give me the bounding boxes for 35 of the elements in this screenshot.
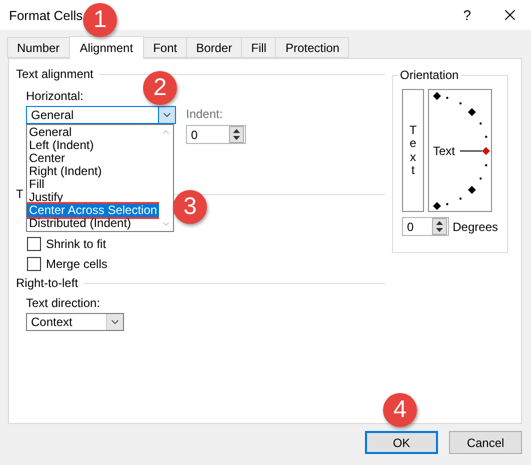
orientation-dial[interactable]: Text: [428, 89, 492, 212]
dropdown-option[interactable]: Distributed (Indent): [27, 217, 159, 230]
tab[interactable]: Number: [7, 37, 70, 58]
section-title: Text alignment: [16, 67, 94, 81]
tab[interactable]: Border: [186, 37, 242, 58]
dropdown-option[interactable]: Center: [27, 152, 159, 165]
text-direction-select[interactable]: Context: [26, 313, 124, 331]
section-title: Right-to-left: [16, 276, 78, 290]
dropdown-option[interactable]: Left (Indent): [27, 139, 159, 152]
vertical-text-button[interactable]: Text: [402, 89, 424, 212]
tab[interactable]: Fill: [241, 37, 276, 58]
dialog-button[interactable]: OK: [365, 431, 438, 454]
window-title: Format Cells: [9, 8, 83, 22]
field-label: Degrees: [452, 220, 498, 234]
checkbox[interactable]: [27, 237, 41, 251]
dial-text: Text: [433, 144, 456, 158]
tab[interactable]: Protection: [275, 37, 350, 58]
dropdown-option[interactable]: Center Across Selection: [27, 204, 159, 217]
dropdown-option[interactable]: Right (Indent): [27, 165, 159, 178]
tab[interactable]: Font: [143, 37, 188, 58]
dropdown-option[interactable]: Fill: [27, 178, 159, 191]
checkbox-label[interactable]: Merge cells: [46, 257, 108, 271]
help-button[interactable]: ?: [463, 7, 471, 23]
checkbox-label[interactable]: Shrink to fit: [46, 237, 106, 251]
field-label: Horizontal:: [26, 89, 84, 103]
group-title: Orientation: [398, 68, 461, 82]
dropdown-option[interactable]: Justify: [27, 191, 159, 204]
dialog-button[interactable]: Cancel: [449, 431, 522, 454]
checkbox[interactable]: [27, 257, 41, 271]
degrees-spinner[interactable]: 0: [402, 217, 449, 236]
field-label: Indent:: [186, 107, 224, 121]
tab[interactable]: Alignment: [68, 36, 144, 59]
dropdown-option[interactable]: General: [27, 126, 159, 139]
field-label: Text direction:: [26, 296, 102, 310]
section-title: T: [16, 187, 24, 201]
